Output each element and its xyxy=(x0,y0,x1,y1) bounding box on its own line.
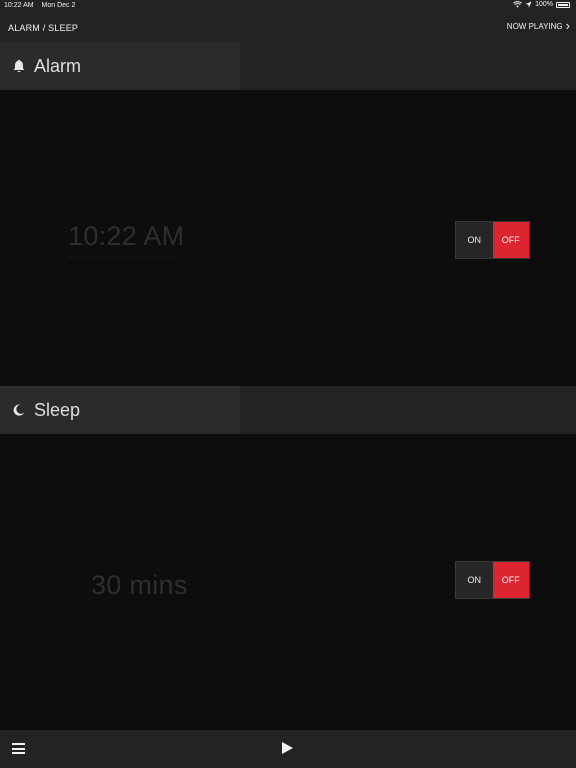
moon-icon xyxy=(12,403,26,417)
status-time: 10:22 AM xyxy=(4,2,34,9)
nav-bar: ALARM / SLEEP NOW PLAYING › xyxy=(0,12,576,42)
page-title: ALARM / SLEEP xyxy=(8,23,79,33)
alarm-off-button[interactable]: OFF xyxy=(492,222,529,258)
alarm-tab: Alarm xyxy=(0,42,240,90)
sleep-on-button[interactable]: ON xyxy=(456,562,493,598)
now-playing-button[interactable]: NOW PLAYING › xyxy=(506,18,570,33)
alarm-time[interactable]: 10:22 AM xyxy=(68,221,184,252)
location-icon xyxy=(525,1,532,8)
now-playing-label: NOW PLAYING xyxy=(506,21,563,31)
sleep-tab: Sleep xyxy=(0,386,240,434)
sleep-duration[interactable]: 30 mins xyxy=(91,570,188,601)
alarm-header: Alarm xyxy=(0,42,576,90)
wifi-icon xyxy=(513,1,523,8)
alarm-label: Alarm xyxy=(34,55,82,76)
bell-icon xyxy=(12,59,26,73)
alarm-on-button[interactable]: ON xyxy=(456,222,493,258)
sleep-header: Sleep xyxy=(0,386,576,434)
alarm-time-underline xyxy=(68,257,178,258)
alarm-panel: 10:22 AM ON OFF xyxy=(0,90,576,386)
status-date: Mon Dec 2 xyxy=(41,2,76,9)
play-icon[interactable] xyxy=(282,742,293,754)
sleep-label: Sleep xyxy=(34,399,81,420)
battery-icon xyxy=(556,1,570,8)
sleep-off-button[interactable]: OFF xyxy=(492,562,529,598)
alarm-toggle[interactable]: ON OFF xyxy=(455,221,530,259)
menu-icon[interactable] xyxy=(12,743,25,754)
bottom-toolbar xyxy=(0,730,576,768)
battery-percent: 100% xyxy=(535,1,553,8)
sleep-panel: 30 mins ON OFF xyxy=(0,434,576,730)
chevron-right-icon: › xyxy=(565,18,570,33)
status-bar: 10:22 AM Mon Dec 2 100% xyxy=(0,0,576,12)
sleep-toggle[interactable]: ON OFF xyxy=(455,561,530,599)
